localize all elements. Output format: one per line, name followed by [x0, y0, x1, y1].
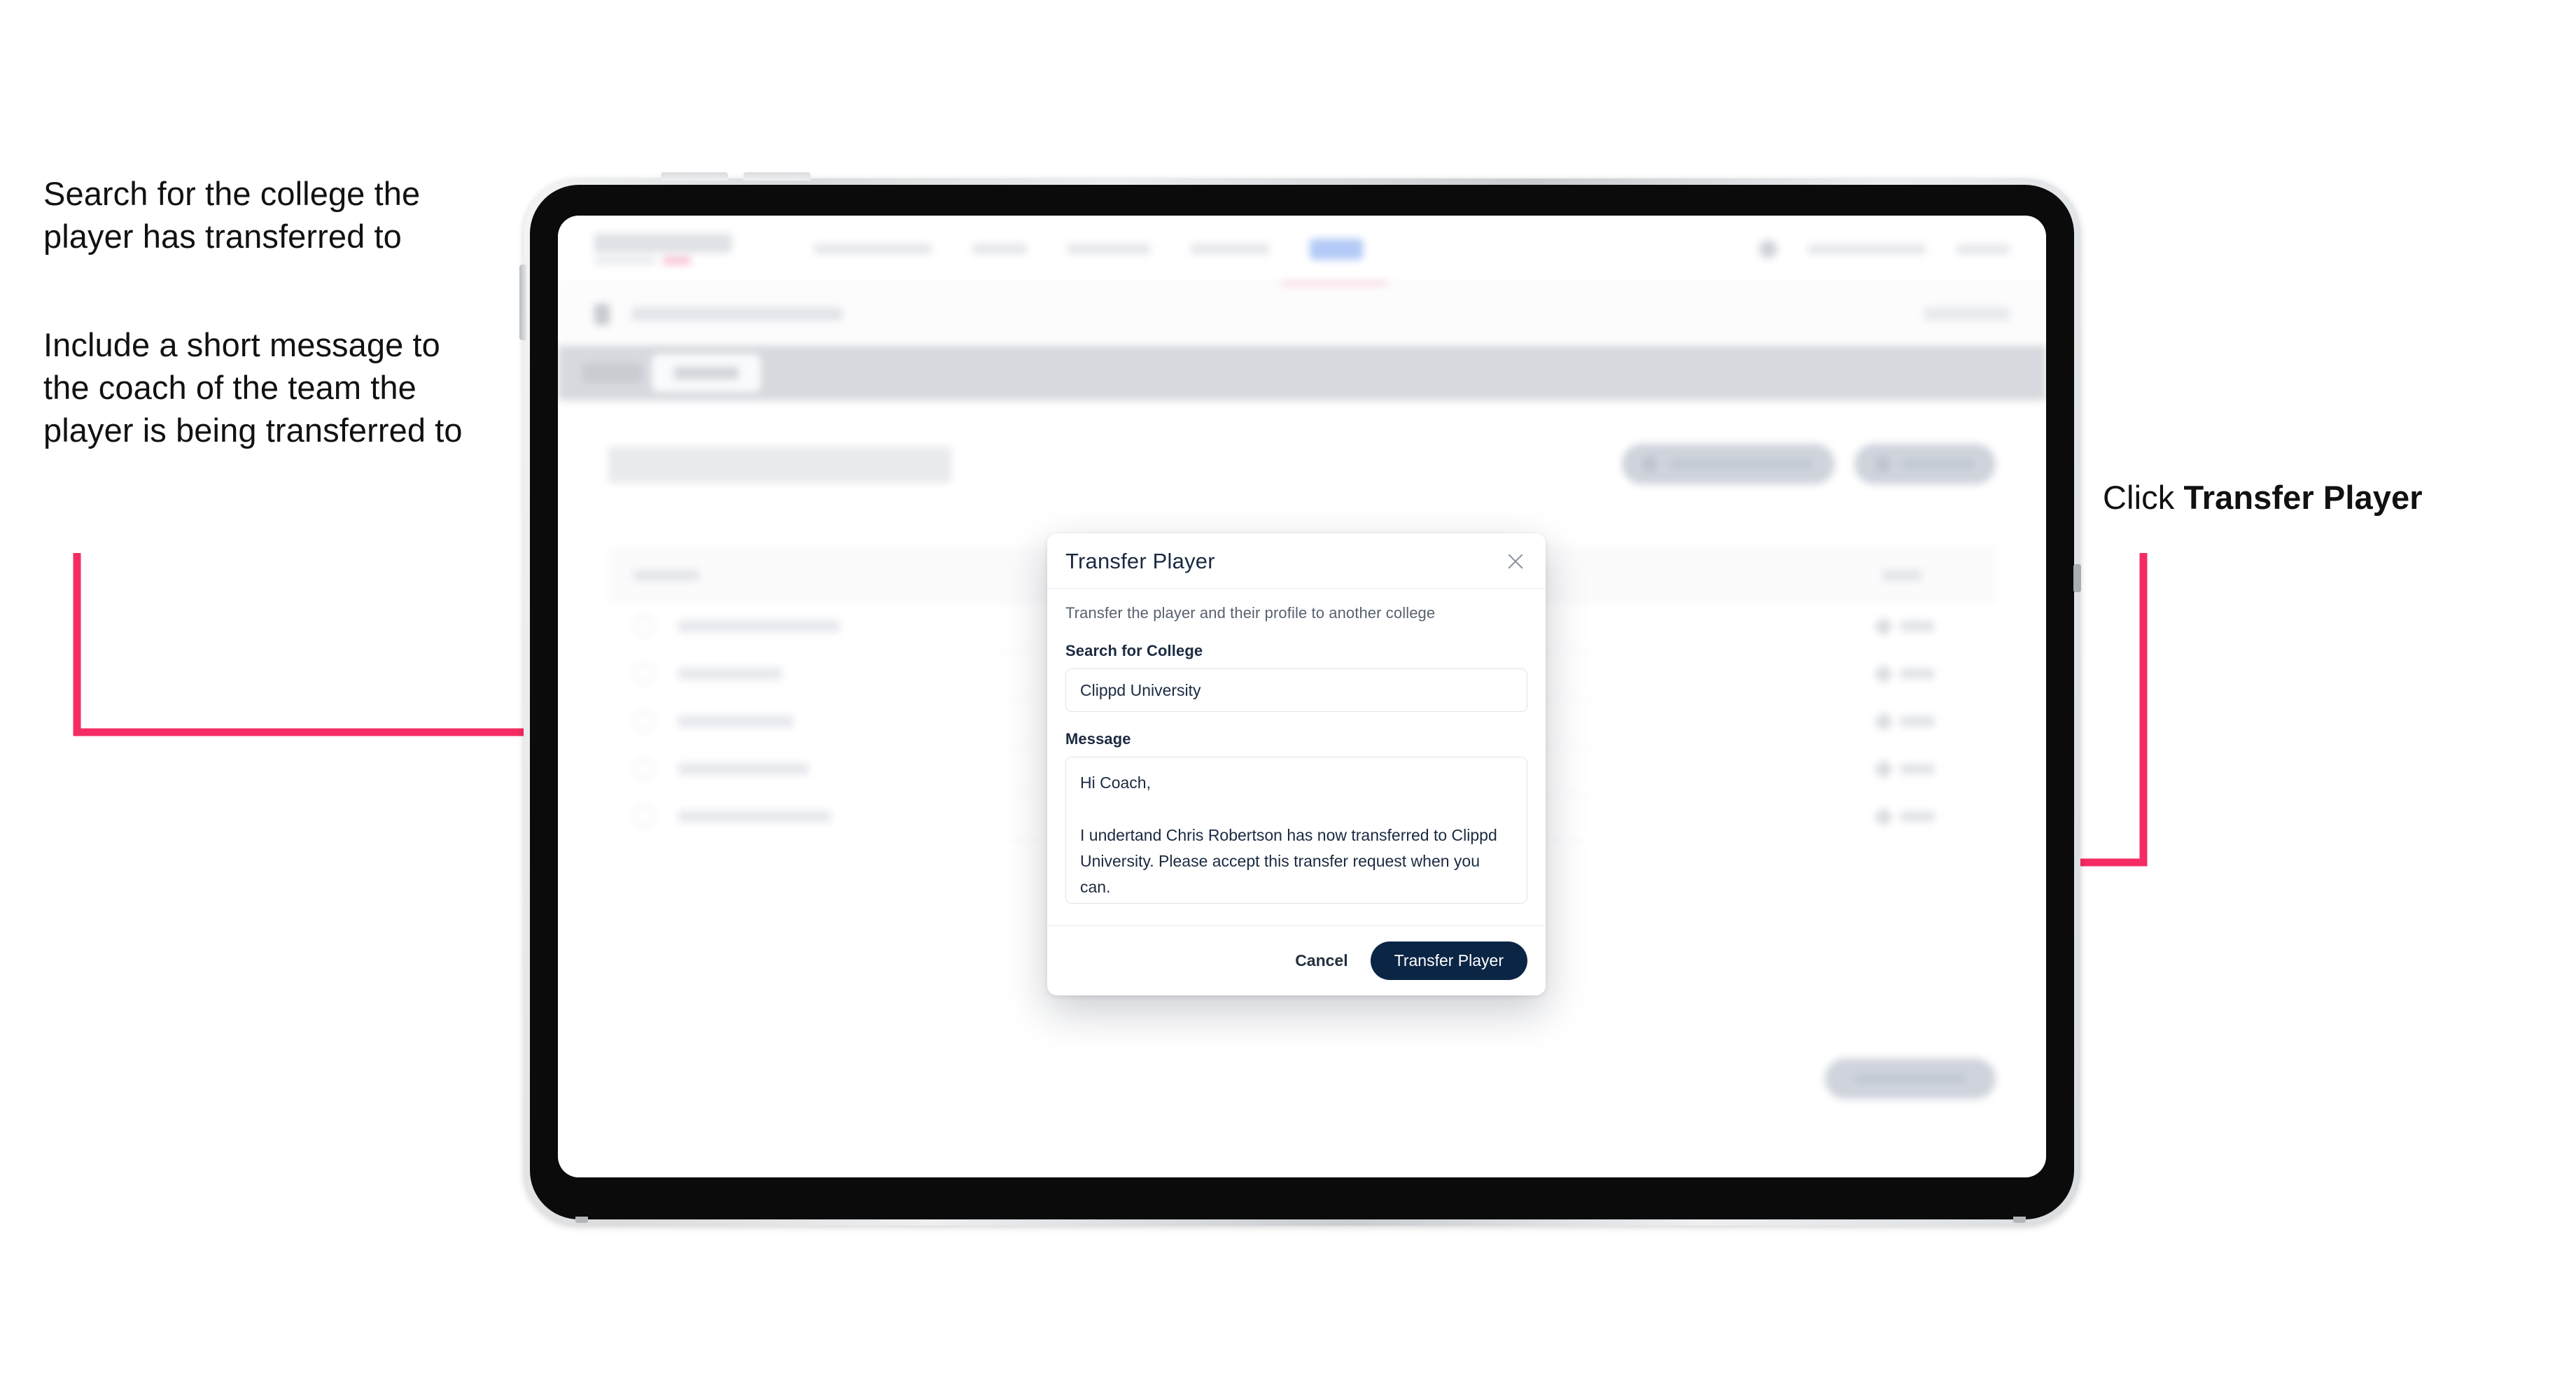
side-port [2073, 564, 2081, 592]
college-field-label: Search for College [1065, 642, 1203, 659]
annotation-click-transfer-player: Click Transfer Player [2103, 476, 2551, 519]
message-field-label: Message [1065, 730, 1131, 748]
volume-down-button[interactable] [743, 172, 811, 181]
annotation-search-college: Search for the college the player has tr… [43, 175, 421, 255]
dialog-body: Transfer the player and their profile to… [1047, 589, 1546, 925]
tablet-bezel: Transfer Player Transfer the player and … [530, 185, 2074, 1219]
search-college-input[interactable] [1065, 668, 1527, 712]
cancel-button[interactable]: Cancel [1291, 946, 1352, 976]
dialog-header: Transfer Player [1047, 533, 1546, 589]
transfer-player-button[interactable]: Transfer Player [1370, 941, 1527, 980]
modal-layer: Transfer Player Transfer the player and … [558, 216, 2046, 1177]
field-spacer [1065, 712, 1527, 730]
annotation-click-bold: Transfer Player [2183, 479, 2423, 516]
volume-up-button[interactable] [661, 172, 728, 181]
dialog-title: Transfer Player [1065, 549, 1215, 573]
dialog-subtitle: Transfer the player and their profile to… [1065, 604, 1436, 622]
annotation-click-prefix: Click [2103, 479, 2184, 516]
message-textarea[interactable] [1065, 757, 1527, 904]
screenshot-stage: Search for the college the player has tr… [0, 0, 2576, 1386]
tablet-screen: Transfer Player Transfer the player and … [558, 216, 2046, 1177]
device-foot-left [575, 1217, 588, 1223]
annotation-include-message: Include a short message to the coach of … [43, 326, 463, 449]
transfer-player-dialog: Transfer Player Transfer the player and … [1047, 533, 1546, 995]
dialog-footer: Cancel Transfer Player [1047, 925, 1546, 995]
device-foot-right [2013, 1217, 2026, 1223]
power-button[interactable] [519, 265, 526, 340]
tablet-device: Transfer Player Transfer the player and … [524, 178, 2080, 1226]
close-icon[interactable] [1504, 550, 1527, 573]
